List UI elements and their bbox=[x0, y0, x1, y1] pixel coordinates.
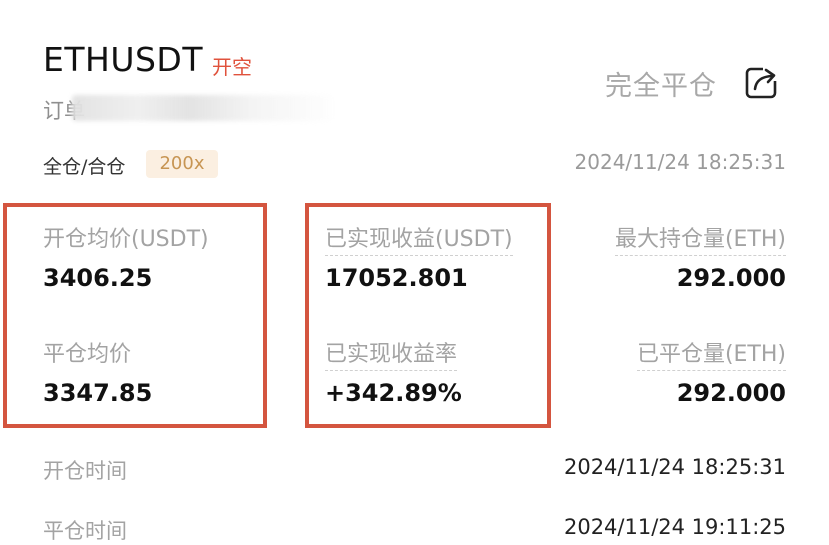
avg-open-price-value: 3406.25 bbox=[43, 264, 153, 292]
avg-close-price-label: 平仓均价 bbox=[43, 342, 132, 367]
avg-close-price-value: 3347.85 bbox=[43, 379, 153, 407]
share-icon[interactable] bbox=[744, 64, 780, 100]
open-time-value: 2024/11/24 18:25:31 bbox=[563, 455, 786, 479]
realized-pnl-rate-label[interactable]: 已实现收益率 bbox=[325, 336, 458, 371]
order-id-redacted bbox=[72, 95, 332, 121]
leverage-badge: 200x bbox=[146, 150, 218, 178]
closed-amount-value: 292.000 bbox=[676, 379, 786, 407]
close-time-label: 平仓时间 bbox=[43, 519, 127, 543]
avg-open-price-label: 开仓均价(USDT) bbox=[43, 227, 209, 252]
close-all-button[interactable]: 完全平仓 bbox=[605, 64, 717, 103]
open-time-label: 开仓时间 bbox=[43, 459, 127, 483]
open-timestamp: 2024/11/24 18:25:31 bbox=[574, 150, 786, 174]
closed-amount-label[interactable]: 已平仓量(ETH) bbox=[636, 336, 786, 371]
close-time-value: 2024/11/24 19:11:25 bbox=[563, 515, 786, 539]
margin-mode: 全仓/合仓 bbox=[43, 156, 126, 178]
symbol-title: ETHUSDT bbox=[43, 40, 203, 79]
max-position-label[interactable]: 最大持仓量(ETH) bbox=[614, 221, 786, 256]
realized-pnl-value: 17052.801 bbox=[325, 264, 468, 292]
position-detail-card: ETHUSDT 开空 完全平仓 订单 全仓/合仓 200x 2024/11/24… bbox=[0, 0, 829, 545]
realized-pnl-rate-value: +342.89% bbox=[325, 379, 462, 407]
side-tag: 开空 bbox=[212, 55, 252, 79]
realized-pnl-label[interactable]: 已实现收益(USDT) bbox=[325, 221, 513, 256]
max-position-value: 292.000 bbox=[676, 264, 786, 292]
